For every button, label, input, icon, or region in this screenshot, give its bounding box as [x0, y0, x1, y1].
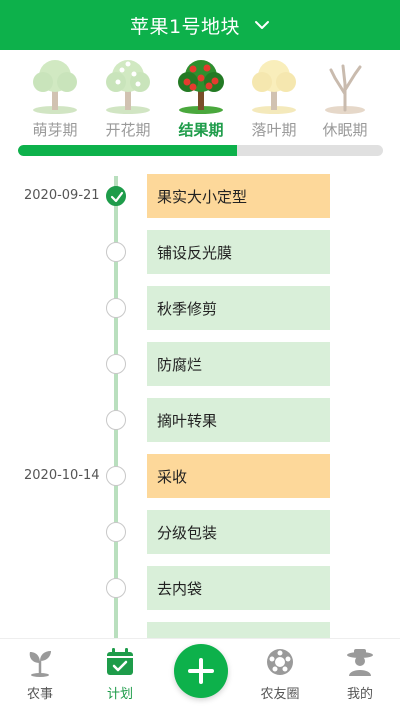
plus-icon: [188, 658, 214, 684]
sprout-icon: [29, 651, 51, 677]
chevron-down-icon[interactable]: [254, 19, 270, 31]
stage-leaf-fall[interactable]: 落叶期: [237, 52, 311, 142]
task-status-dot: [106, 354, 126, 374]
fruiting-tree-icon: [178, 60, 224, 114]
stage-label: 开花期: [105, 121, 151, 139]
stage-label: 落叶期: [251, 121, 297, 139]
budding-tree-icon: [33, 60, 77, 114]
task-card[interactable]: 摘叶转果: [147, 398, 330, 442]
autumn-tree-icon: [252, 60, 296, 114]
bare-tree-icon: [325, 64, 365, 114]
growth-stage-selector: 萌芽期 开花期 结果期 落叶期 休眠期: [0, 52, 400, 142]
task-status-dot: [106, 578, 126, 598]
nav-farming[interactable]: 农事: [5, 647, 75, 707]
timeline-row: 摘叶转果: [0, 398, 400, 442]
nav-label: 农友圈: [260, 687, 300, 702]
task-status-dot: [106, 522, 126, 542]
timeline-row: 秋季修剪: [0, 286, 400, 330]
timeline-row: 防腐烂: [0, 342, 400, 386]
stage-label: 萌芽期: [32, 121, 78, 139]
task-card[interactable]: 采收: [147, 454, 330, 498]
timeline-row: 铺设反光膜: [0, 230, 400, 274]
timeline-row: 2020-09-21 果实大小定型: [0, 174, 400, 218]
task-card[interactable]: 分级包装: [147, 510, 330, 554]
nav-label: 农事: [26, 687, 53, 702]
flowering-tree-icon: [106, 60, 150, 114]
task-timeline: 2020-09-21 果实大小定型 铺设反光膜 秋季修剪 防腐烂 摘叶转果 20…: [0, 160, 400, 638]
task-card[interactable]: 去内袋: [147, 566, 330, 610]
stage-label: 结果期: [178, 121, 224, 139]
nav-community[interactable]: 农友圈: [245, 647, 315, 707]
task-status-dot: [106, 410, 126, 430]
nav-label: 计划: [106, 687, 133, 702]
stage-label: 休眠期: [322, 121, 368, 139]
add-button[interactable]: [174, 644, 228, 698]
timeline-row: 分级包装: [0, 510, 400, 554]
timeline-row: 去内袋: [0, 566, 400, 610]
task-status-dot: [106, 466, 126, 486]
task-status-dot: [106, 242, 126, 262]
task-date: 2020-09-21: [24, 188, 100, 203]
header-bar: 苹果1号地块: [0, 0, 400, 50]
community-icon: [267, 649, 293, 675]
stage-progress-fill: [18, 145, 237, 156]
nav-profile[interactable]: 我的: [325, 647, 395, 707]
task-card[interactable]: 果实大小定型: [147, 174, 330, 218]
nav-label: 我的: [346, 687, 373, 702]
task-card[interactable]: 秋季修剪: [147, 286, 330, 330]
stage-progress-bar: [18, 145, 383, 156]
task-date: 2020-10-14: [24, 468, 100, 483]
field-title[interactable]: 苹果1号地块: [130, 12, 240, 39]
task-status-dot: [106, 186, 126, 206]
stage-sprouting[interactable]: 萌芽期: [18, 52, 92, 142]
timeline-row-partial: [0, 622, 400, 638]
stage-flowering[interactable]: 开花期: [91, 52, 165, 142]
check-icon: [110, 191, 124, 203]
farmer-profile-icon: [347, 649, 373, 676]
stage-fruiting[interactable]: 结果期: [164, 52, 238, 142]
stage-dormant[interactable]: 休眠期: [308, 52, 382, 142]
task-card-partial[interactable]: [147, 622, 330, 638]
bottom-navigation: 农事 计划 农友圈 我的: [0, 638, 400, 711]
task-card[interactable]: 防腐烂: [147, 342, 330, 386]
calendar-check-icon: [107, 648, 133, 675]
task-card[interactable]: 铺设反光膜: [147, 230, 330, 274]
timeline-row: 2020-10-14 采收: [0, 454, 400, 498]
nav-plan[interactable]: 计划: [85, 647, 155, 707]
task-status-dot: [106, 298, 126, 318]
